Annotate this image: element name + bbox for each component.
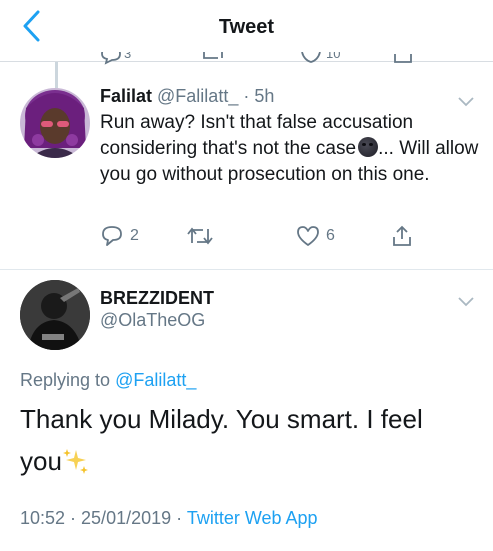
- heart-icon: [301, 52, 321, 63]
- tweet-text: Thank you Milady. You smart. I feel you: [20, 398, 470, 482]
- retweet-button[interactable]: [186, 222, 214, 250]
- tweet-falilat[interactable]: Falilat @Falilatt_ · 5h Run away? Isn't …: [0, 80, 493, 270]
- sparkles-icon: [62, 449, 88, 474]
- page-title: Tweet: [218, 16, 275, 38]
- prev-retweet-button[interactable]: [200, 52, 226, 70]
- tweet-menu-button[interactable]: [458, 294, 474, 307]
- prev-like-button[interactable]: 10: [300, 52, 340, 70]
- share-icon: [394, 54, 412, 63]
- handle[interactable]: @Falilatt_: [157, 86, 238, 106]
- reply-count: 2: [130, 227, 139, 244]
- tweet-timestamp-row: 10:52 · 25/01/2019 · Twitter Web App: [20, 508, 318, 529]
- tweet-header: Falilat @Falilatt_ · 5h: [100, 86, 274, 107]
- avatar-image: [20, 280, 90, 350]
- share-button[interactable]: [390, 222, 414, 250]
- tweet-source-link[interactable]: Twitter Web App: [187, 508, 318, 528]
- handle[interactable]: @OlaTheOG: [100, 310, 205, 331]
- prev-reply-count: 3: [124, 52, 132, 61]
- retweet-icon: [187, 227, 213, 245]
- avatar-image: [20, 88, 90, 158]
- tweet-timestamp: 10:52 · 25/01/2019 ·: [20, 508, 187, 528]
- tweet-actions: 2 6: [100, 222, 430, 250]
- share-icon: [393, 225, 411, 246]
- replying-mention-link[interactable]: @Falilatt_: [115, 370, 196, 390]
- prev-share-button[interactable]: [392, 52, 414, 70]
- display-name[interactable]: BREZZIDENT: [100, 288, 214, 309]
- reply-button[interactable]: 2: [100, 222, 139, 250]
- prev-reply-button[interactable]: 3: [100, 52, 131, 70]
- replying-to: Replying to @Falilatt_: [20, 370, 196, 391]
- tweet-menu-button[interactable]: [458, 94, 474, 107]
- reply-icon: [101, 52, 121, 65]
- prev-like-count: 10: [326, 52, 341, 61]
- new-moon-face-icon: [358, 137, 379, 157]
- meta-separator: ·: [238, 86, 255, 106]
- heart-icon: [297, 226, 319, 246]
- previous-tweet-actions: 3 10: [0, 52, 493, 70]
- retweet-icon: [203, 52, 223, 59]
- like-button[interactable]: 6: [296, 222, 335, 250]
- avatar-brezzident[interactable]: [20, 280, 90, 350]
- chevron-down-icon: [458, 297, 474, 307]
- like-count: 6: [326, 227, 335, 244]
- replying-label: Replying to: [20, 370, 111, 390]
- tweet-brezzident: BREZZIDENT @OlaTheOG Replying to @Falila…: [0, 270, 493, 551]
- reply-icon: [102, 226, 122, 246]
- display-name[interactable]: Falilat: [100, 86, 152, 106]
- tweet-text: Run away? Isn't that false accusation co…: [100, 110, 480, 188]
- tweet-time[interactable]: 5h: [254, 86, 274, 106]
- avatar-falilat[interactable]: [20, 88, 90, 158]
- chevron-down-icon: [458, 97, 474, 107]
